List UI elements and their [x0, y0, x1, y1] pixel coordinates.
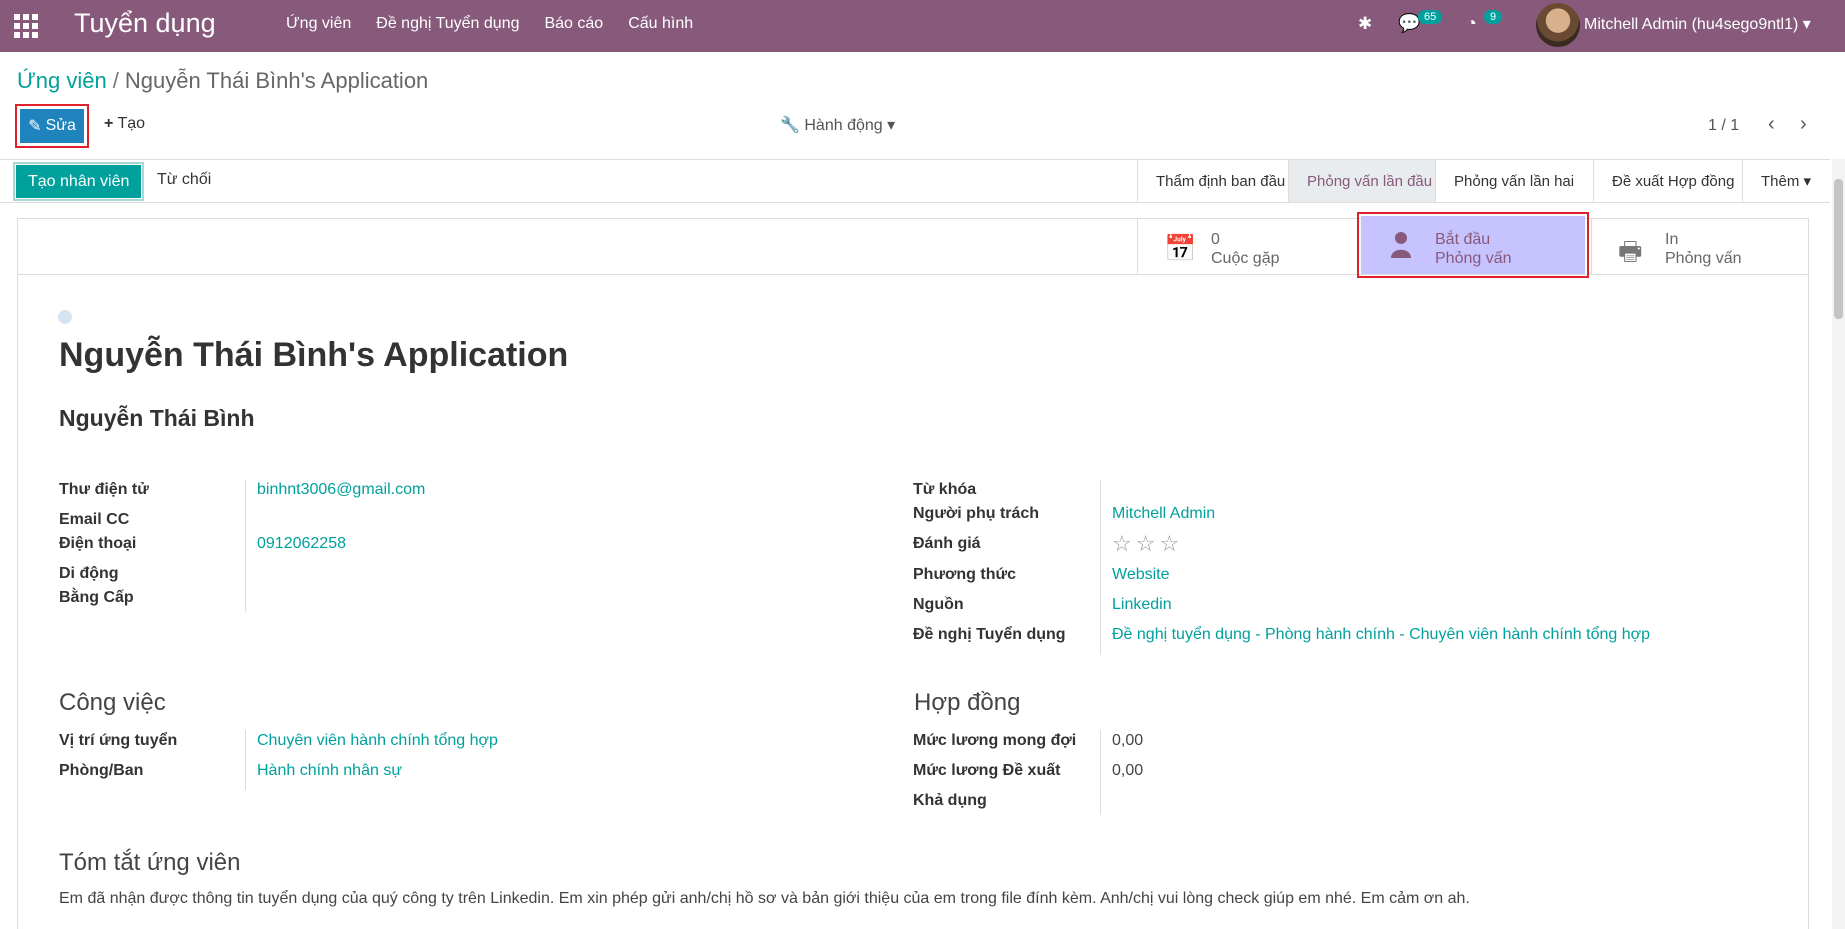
meetings-smart-button[interactable]: 📅 0 Cuộc gặp [1137, 219, 1359, 275]
calendar-icon: 📅 [1164, 233, 1197, 263]
caret-down-icon: ▾ [887, 117, 896, 134]
department-label: Phòng/Ban [59, 762, 144, 779]
user-menu[interactable]: Mitchell Admin (hu4sego9ntl1) ▾ [1584, 14, 1811, 34]
messages-count-badge: 65 [1418, 10, 1443, 24]
email-value[interactable]: binhnt3006@gmail.com [257, 481, 425, 499]
divider [1100, 730, 1101, 815]
pencil-icon: ✎ [28, 118, 42, 135]
edit-button[interactable]: ✎ Sửa [20, 109, 84, 143]
chevron-left-icon[interactable]: ‹ [1768, 113, 1775, 136]
stage-first-interview[interactable]: Phỏng vấn lần đầu [1288, 160, 1435, 202]
mobile-label: Di động [59, 565, 119, 582]
pager-value: 1 / 1 [1708, 117, 1740, 134]
divider [245, 730, 246, 790]
degree-label: Bằng Cấp [59, 589, 134, 606]
create-employee-button[interactable]: Tạo nhân viên [12, 162, 145, 201]
page-scrollbar[interactable] [1832, 159, 1845, 929]
contract-section-title: Hợp đồng [914, 689, 1021, 716]
wrench-icon: 🔧 [780, 117, 800, 134]
responsible-label: Người phụ trách [913, 505, 1040, 522]
menu-item-applicants[interactable]: Ứng viên [286, 15, 351, 33]
phone-label: Điện thoại [59, 535, 137, 552]
applicant-summary-text: Em đã nhận được thông tin tuyển dụng của… [59, 890, 1470, 907]
chevron-right-icon[interactable]: › [1800, 113, 1807, 136]
stage-more-dropdown[interactable]: Thêm ▾ [1742, 160, 1830, 202]
stage-contract-proposal[interactable]: Đề xuất Hợp đồng [1593, 160, 1742, 202]
email-label: Thư điện tử [59, 481, 149, 498]
application-title: Nguyễn Thái Bình's Application [59, 336, 569, 374]
print-interview-smart-button[interactable]: 🖶 In Phỏng vấn [1591, 219, 1808, 275]
email-cc-label: Email CC [59, 511, 130, 528]
apps-menu-icon[interactable] [14, 14, 38, 38]
create-button[interactable]: + Tạo [104, 115, 145, 133]
star-icon[interactable]: ☆ [1136, 531, 1160, 556]
menu-item-job-requests[interactable]: Đề nghị Tuyển dụng [376, 15, 519, 33]
rating-label: Đánh giá [913, 535, 981, 552]
proposed-salary-label: Mức lương Đề xuất [913, 762, 1061, 779]
rating-stars[interactable]: ☆☆☆ [1112, 531, 1183, 557]
start-interview-highlight: Bắt đầu Phỏng vấn [1357, 212, 1589, 278]
breadcrumb: Ứng viên / Nguyễn Thái Bình's Application [17, 68, 428, 94]
medium-value[interactable]: Website [1112, 566, 1170, 584]
user-icon [1391, 232, 1411, 258]
job-section-title: Công việc [59, 689, 166, 716]
menu-item-reports[interactable]: Báo cáo [544, 15, 603, 33]
medium-label: Phương thức [913, 566, 1016, 583]
stage-second-interview[interactable]: Phỏng vấn lần hai [1435, 160, 1593, 202]
activities-count-badge: 9 [1484, 10, 1503, 24]
partner-name: Nguyễn Thái Bình [59, 405, 255, 431]
job-request-value[interactable]: Đề nghị tuyển dụng - Phòng hành chính - … [1112, 626, 1650, 644]
star-icon[interactable]: ☆ [1112, 531, 1136, 556]
divider [1100, 480, 1101, 655]
edit-button-highlight: ✎ Sửa [15, 104, 89, 148]
app-title: Tuyển dụng [74, 8, 216, 38]
expected-salary-label: Mức lương mong đợi [913, 732, 1077, 749]
user-name: Mitchell Admin (hu4sego9ntl1) [1584, 16, 1799, 33]
breadcrumb-separator: / [112, 68, 119, 93]
breadcrumb-parent[interactable]: Ứng viên [17, 68, 107, 93]
main-menu: Ứng viên Đề nghị Tuyển dụng Báo cáo Cấu … [286, 15, 718, 33]
start-interview-smart-button[interactable]: Bắt đầu Phỏng vấn [1361, 216, 1585, 274]
statusbar: Tạo nhân viên Từ chối Thẩm định ban đầu … [0, 159, 1830, 203]
refuse-button[interactable]: Từ chối [157, 171, 211, 189]
scrollbar-thumb[interactable] [1834, 179, 1843, 319]
top-navbar: Tuyển dụng Ứng viên Đề nghị Tuyển dụng B… [0, 0, 1845, 52]
menu-item-configuration[interactable]: Cấu hình [628, 15, 693, 33]
caret-down-icon: ▾ [1802, 16, 1811, 33]
priority-indicator[interactable] [58, 310, 72, 324]
source-label: Nguồn [913, 596, 964, 613]
summary-section-title: Tóm tắt ứng viên [59, 849, 241, 876]
action-dropdown[interactable]: 🔧 Hành động ▾ [780, 115, 895, 135]
printer-icon: 🖶 [1618, 236, 1643, 266]
breadcrumb-current: Nguyễn Thái Bình's Application [124, 68, 429, 93]
position-label: Vị trí ứng tuyển [59, 732, 178, 749]
proposed-salary-value: 0,00 [1112, 762, 1144, 779]
source-value[interactable]: Linkedin [1112, 596, 1172, 614]
expected-salary-value: 0,00 [1112, 732, 1144, 749]
user-avatar[interactable] [1536, 3, 1580, 47]
activities-clock-icon[interactable]: ◔ [1466, 13, 1477, 34]
availability-label: Khả dụng [913, 792, 987, 809]
debug-bug-icon[interactable]: ✱ [1358, 14, 1372, 34]
tags-label: Từ khóa [913, 481, 977, 498]
responsible-value[interactable]: Mitchell Admin [1112, 505, 1215, 523]
department-value[interactable]: Hành chính nhân sự [257, 762, 402, 780]
caret-down-icon: ▾ [1803, 173, 1812, 190]
star-icon[interactable]: ☆ [1159, 531, 1183, 556]
job-request-label: Đề nghị Tuyển dụng [913, 626, 1066, 643]
divider [245, 480, 246, 612]
position-value[interactable]: Chuyên viên hành chính tổng hợp [257, 732, 498, 750]
plus-icon: + [104, 115, 114, 132]
phone-value[interactable]: 0912062258 [257, 535, 346, 553]
stage-initial-qualification[interactable]: Thẩm định ban đầu [1137, 160, 1288, 202]
